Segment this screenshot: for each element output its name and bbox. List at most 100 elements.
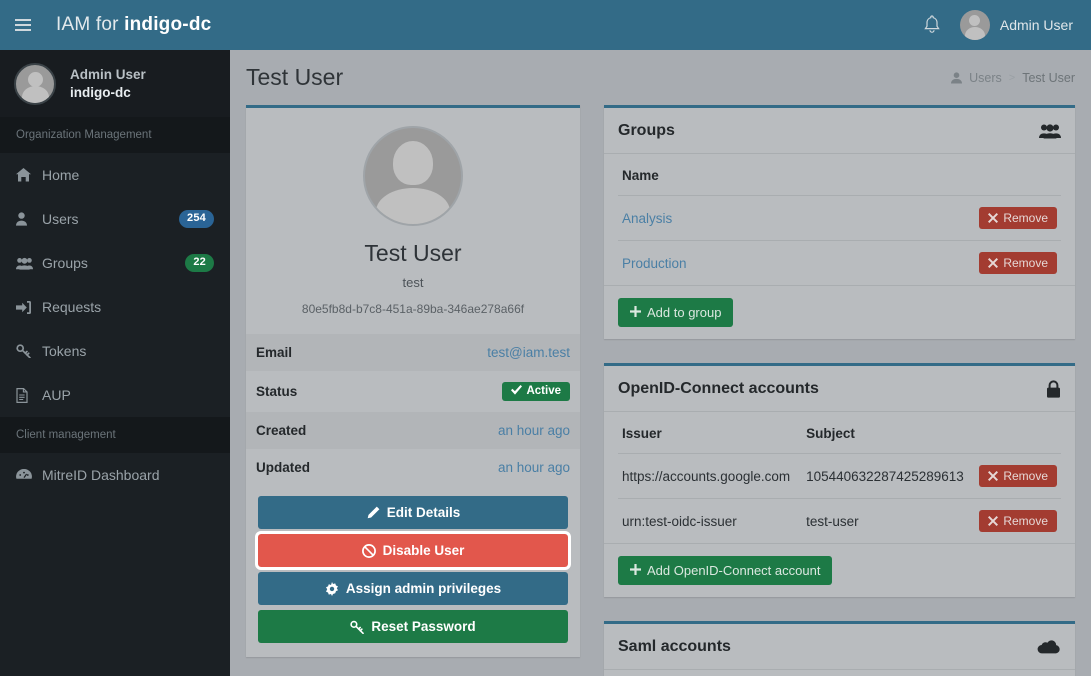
add-oidc-label: Add OpenID-Connect account (647, 563, 820, 578)
remove-button[interactable]: Remove (979, 465, 1057, 487)
profile-field-key: Email (246, 334, 386, 371)
status-badge-label: Active (526, 385, 561, 397)
pencil-icon (366, 506, 380, 520)
sidebar-item-label: Groups (42, 255, 185, 271)
document-icon (16, 388, 42, 403)
status-badge: Active (502, 382, 570, 401)
profile-field-row: Updated an hour ago (246, 449, 580, 486)
profile-name: Test User (246, 240, 580, 267)
top-navbar: IAM for indigo-dc Admin User (0, 0, 1091, 50)
remove-button-label: Remove (1003, 469, 1048, 483)
add-oidc-account-button[interactable]: Add OpenID-Connect account (618, 556, 832, 585)
oidc-panel: OpenID-Connect accounts IssuerSubject ht… (604, 363, 1075, 597)
sidebar-item-aup[interactable]: AUP (0, 373, 230, 417)
remove-button[interactable]: Remove (979, 252, 1057, 274)
group-link[interactable]: Production (622, 256, 687, 271)
gear-icon (325, 582, 339, 596)
saml-panel-header: Saml accounts (604, 624, 1075, 670)
navbar-user-name: Admin User (1000, 17, 1073, 33)
key-icon (350, 620, 364, 634)
oidc-panel-footer: Add OpenID-Connect account (604, 543, 1075, 597)
remove-button[interactable]: Remove (979, 510, 1057, 532)
content-header: Test User Users > Test User (230, 50, 1091, 105)
group-column-header-actions (975, 154, 1061, 196)
profile-action-buttons: Edit Details Disable User Assign admin pri… (246, 486, 580, 657)
remove-button-label: Remove (1003, 211, 1048, 225)
profile-header: Test User test 80e5fb8d-b7c8-451a-89ba-3… (246, 108, 580, 334)
sidebar-user-panel[interactable]: Admin User indigo-dc (0, 50, 230, 117)
breadcrumb: Users > Test User (951, 71, 1075, 85)
hamburger-icon[interactable] (0, 0, 46, 50)
profile-field-key: Created (246, 412, 386, 449)
profile-field-value[interactable]: an hour ago (386, 412, 580, 449)
main-content: Test User Users > Test User Test User te… (230, 50, 1091, 676)
times-icon (988, 516, 998, 526)
panels-column: Groups Name AnalysisRemo (604, 105, 1075, 676)
profile-field-link[interactable]: an hour ago (498, 423, 570, 438)
plus-icon (630, 563, 641, 578)
user-icon (951, 72, 962, 84)
sidebar-item-users[interactable]: Users254 (0, 197, 230, 241)
oidc-cell-issuer: https://accounts.google.com (618, 454, 802, 499)
sidebar-item-home[interactable]: Home (0, 153, 230, 197)
navbar-user-menu[interactable]: Admin User (960, 10, 1073, 40)
oidc-cell-issuer: urn:test-oidc-issuer (618, 499, 802, 544)
sidebar-item-groups[interactable]: Groups22 (0, 241, 230, 285)
profile-field-key: Updated (246, 449, 386, 486)
bell-icon[interactable] (922, 14, 942, 36)
sidebar-item-badge: 254 (179, 210, 214, 227)
group-cell-name[interactable]: Production (618, 241, 975, 286)
oidc-cell-actions: Remove (975, 454, 1061, 499)
sidebar-item-badge: 22 (185, 254, 214, 271)
oidc-panel-body: IssuerSubject https://accounts.google.co… (604, 412, 1075, 543)
sidebar: Admin User indigo-dc Organization Manage… (0, 50, 230, 676)
groups-panel-body: Name AnalysisRemoveProductionRemove (604, 154, 1075, 285)
navbar-left: IAM for indigo-dc (0, 0, 230, 50)
profile-field-link[interactable]: test@iam.test (487, 345, 570, 360)
edit-details-button[interactable]: Edit Details (258, 496, 568, 529)
oidc-panel-title: OpenID-Connect accounts (618, 380, 819, 398)
group-cell-name[interactable]: Analysis (618, 196, 975, 241)
times-icon (988, 213, 998, 223)
reset-password-button[interactable]: Reset Password (258, 610, 568, 643)
table-row: Analysis Remove (618, 196, 1061, 241)
brand-org: indigo-dc (124, 14, 211, 35)
groups-panel-header: Groups (604, 108, 1075, 154)
profile-field-row: StatusActive (246, 371, 580, 412)
remove-button[interactable]: Remove (979, 207, 1057, 229)
sidebar-item-mitreid-dashboard[interactable]: MitreID Dashboard (0, 453, 230, 497)
sidebar-item-requests[interactable]: Requests (0, 285, 230, 329)
group-link[interactable]: Analysis (622, 211, 672, 226)
add-to-group-label: Add to group (647, 305, 721, 320)
app-brand: IAM for indigo-dc (46, 14, 211, 36)
oidc-cell-subject: test-user (802, 499, 975, 544)
profile-field-value[interactable]: test@iam.test (386, 334, 580, 371)
key-icon (16, 344, 42, 358)
disable-user-button[interactable]: Disable User (258, 534, 568, 567)
navbar-right: Admin User (922, 0, 1091, 50)
add-to-group-button[interactable]: Add to group (618, 298, 733, 327)
profile-field-link[interactable]: an hour ago (498, 460, 570, 475)
sidebar-section-header: Organization Management (0, 117, 230, 153)
breadcrumb-parent[interactable]: Users (969, 71, 1002, 85)
sidebar-item-label: Home (42, 167, 214, 183)
profile-username: test (246, 275, 580, 290)
profile-field-row: Created an hour ago (246, 412, 580, 449)
group-cell-actions: Remove (975, 196, 1061, 241)
times-icon (988, 471, 998, 481)
table-row: https://accounts.google.com1054406322874… (618, 454, 1061, 499)
sidebar-user-name: Admin User (70, 67, 146, 82)
page-title: Test User (246, 64, 343, 91)
oidc-column-header: Subject (802, 412, 975, 454)
sidebar-user-text: Admin User indigo-dc (70, 67, 146, 100)
user-icon (16, 212, 42, 226)
sidebar-item-label: MitreID Dashboard (42, 467, 214, 483)
remove-button-label: Remove (1003, 256, 1048, 270)
sidebar-item-tokens[interactable]: Tokens (0, 329, 230, 373)
button-label: Disable User (383, 543, 465, 558)
oidc-cell-subject: 105440632287425289613 (802, 454, 975, 499)
profile-field-value[interactable]: an hour ago (386, 449, 580, 486)
profile-uuid: 80e5fb8d-b7c8-451a-89ba-346ae278a66f (246, 302, 580, 316)
assign-admin-privileges-button[interactable]: Assign admin privileges (258, 572, 568, 605)
table-row: urn:test-oidc-issuertest-userRemove (618, 499, 1061, 544)
